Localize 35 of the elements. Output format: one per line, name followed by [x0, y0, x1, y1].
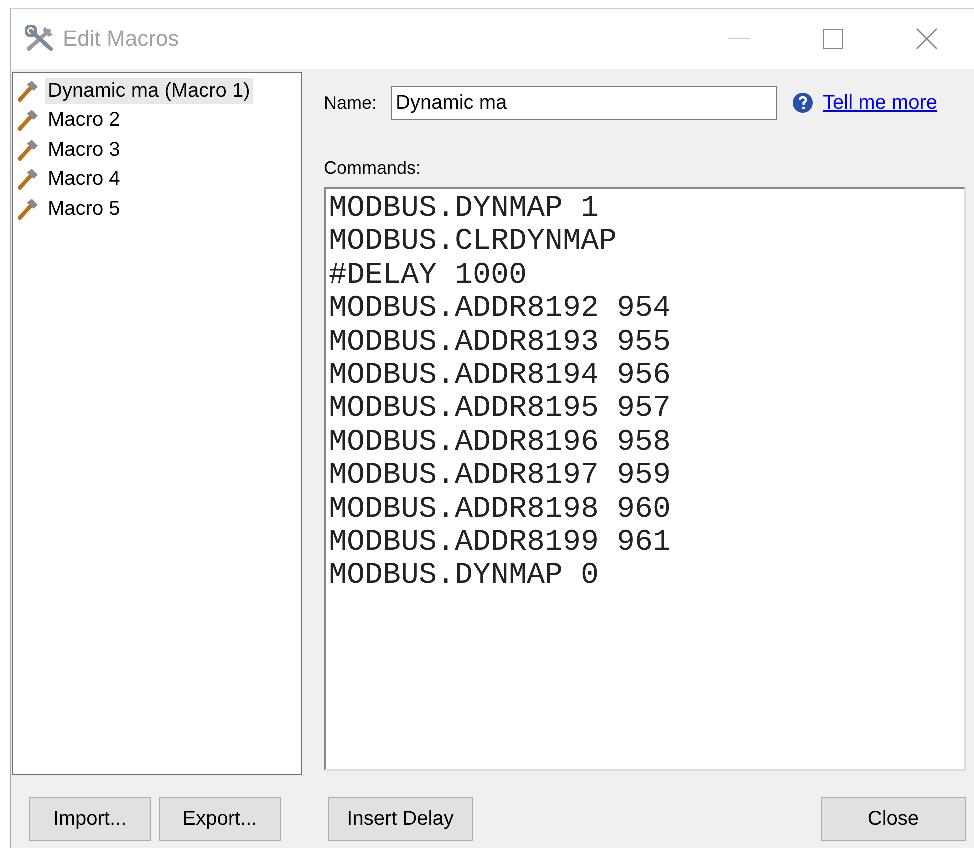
import-button[interactable]: Import... — [29, 797, 151, 841]
macro-item[interactable]: Macro 2 — [45, 107, 124, 134]
close-icon[interactable] — [916, 28, 938, 50]
help-link[interactable]: Tell me more — [823, 92, 938, 114]
help-icon[interactable] — [793, 93, 814, 113]
command-line: MODBUS.ADDR8192 954 — [329, 293, 672, 327]
command-line: MODBUS.ADDR8199 961 — [329, 527, 672, 560]
command-line: MODBUS.DYNMAP 0 — [329, 560, 600, 594]
hammer-icon — [17, 198, 41, 220]
close-button[interactable]: Close — [821, 797, 966, 841]
macro-item[interactable]: Dynamic ma (Macro 1) — [45, 78, 254, 104]
command-line: MODBUS.ADDR8198 960 — [329, 494, 672, 528]
command-line: MODBUS.ADDR8193 955 — [329, 326, 672, 360]
hammer-icon — [17, 138, 41, 161]
command-line: MODBUS.ADDR8195 957 — [329, 393, 672, 427]
command-line: MODBUS.DYNMAP 1 — [329, 193, 600, 226]
hammer-icon — [17, 80, 41, 102]
command-line: #DELAY 1000 — [329, 260, 528, 294]
command-line: MODBUS.ADDR8197 959 — [329, 460, 672, 494]
macro-item[interactable]: Macro 5 — [45, 196, 124, 222]
commands-field[interactable] — [324, 187, 966, 771]
name-field[interactable]: Dynamic ma — [391, 86, 778, 120]
command-line: MODBUS.ADDR8194 956 — [329, 360, 672, 394]
command-line: MODBUS.CLRDYNMAP — [329, 226, 618, 260]
export-button[interactable]: Export... — [159, 797, 281, 841]
commands-label: Commands: — [324, 158, 422, 179]
macro-item[interactable]: Macro 3 — [45, 136, 124, 163]
name-label: Name: — [324, 92, 378, 114]
maximize-icon[interactable] — [823, 29, 843, 49]
window-title: Edit Macros — [63, 26, 180, 52]
hammer-icon — [17, 109, 41, 132]
insert-delay-button[interactable]: Insert Delay — [328, 797, 473, 841]
macro-item[interactable]: Macro 4 — [45, 166, 124, 192]
hammer-icon — [17, 168, 41, 190]
command-line: MODBUS.ADDR8196 958 — [329, 426, 672, 460]
